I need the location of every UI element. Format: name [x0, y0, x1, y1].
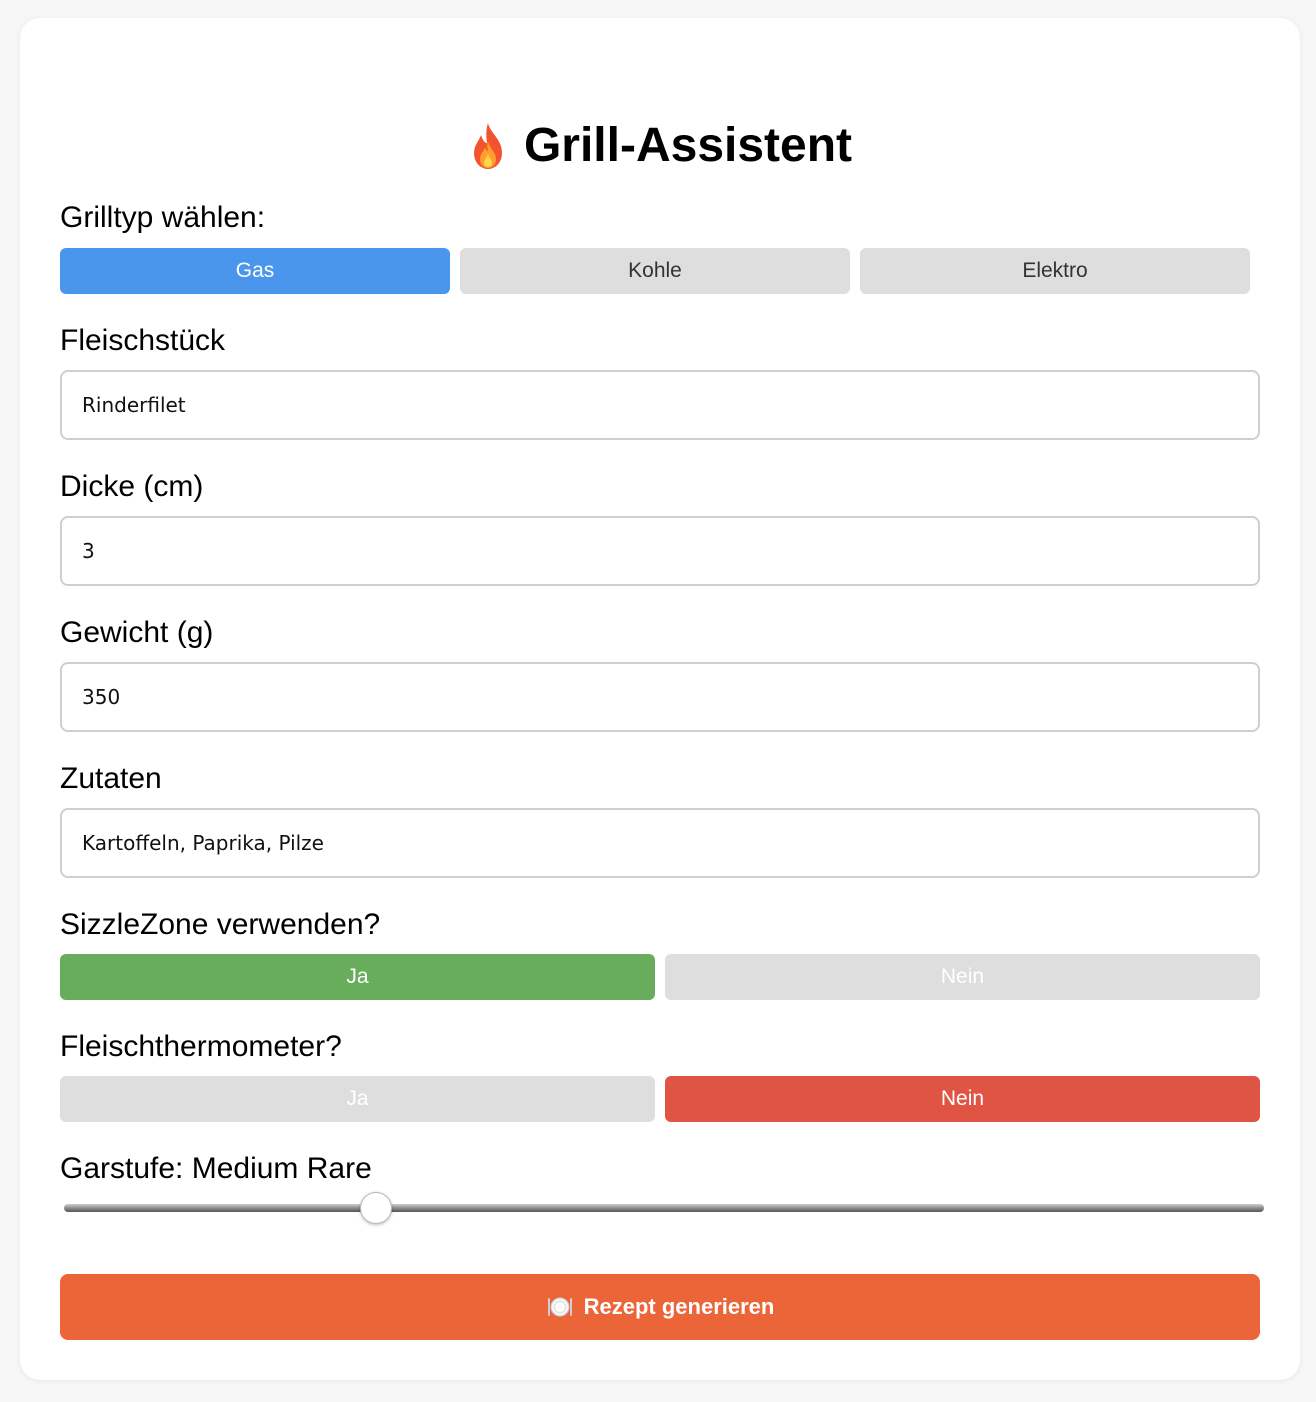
ingredients-input[interactable]: [60, 808, 1260, 878]
title-text: Grill-Assistent: [523, 119, 853, 172]
thermometer-no-button[interactable]: Nein: [665, 1076, 1260, 1122]
weight-label: Gewicht (g): [60, 616, 214, 649]
page-title: Grill-Assistent: [20, 118, 1300, 174]
doneness-label: Garstufe: Medium Rare: [60, 1152, 372, 1185]
sizzlezone-yes-button[interactable]: Ja: [60, 954, 655, 1000]
meat-input[interactable]: [60, 370, 1260, 440]
thermometer-yes-button[interactable]: Ja: [60, 1076, 655, 1122]
flame-icon: [473, 123, 502, 169]
doneness-slider-track[interactable]: [64, 1204, 1264, 1212]
thickness-input[interactable]: [60, 516, 1260, 586]
thermometer-label: Fleischthermometer?: [60, 1030, 342, 1063]
sizzlezone-no-button[interactable]: Nein: [665, 954, 1260, 1000]
ingredients-label: Zutaten: [60, 762, 162, 795]
grill-option-elektro[interactable]: Elektro: [860, 248, 1250, 294]
sizzlezone-label: SizzleZone verwenden?: [60, 908, 381, 941]
doneness-slider-thumb[interactable]: [360, 1192, 392, 1224]
meat-label: Fleischstück: [60, 324, 226, 357]
grill-option-kohle[interactable]: Kohle: [460, 248, 850, 294]
generate-recipe-label: Rezept generieren: [583, 1294, 775, 1319]
grill-type-label: Grilltyp wählen:: [60, 201, 266, 234]
weight-input[interactable]: [60, 662, 1260, 732]
grill-assistant-card: Grill-Assistent Grilltyp wählen: Gas Koh…: [20, 18, 1300, 1380]
grill-option-gas[interactable]: Gas: [60, 248, 450, 294]
thickness-label: Dicke (cm): [60, 470, 204, 503]
generate-recipe-button[interactable]: Rezept generieren: [60, 1274, 1260, 1340]
plate-cutlery-icon: [547, 1297, 572, 1317]
